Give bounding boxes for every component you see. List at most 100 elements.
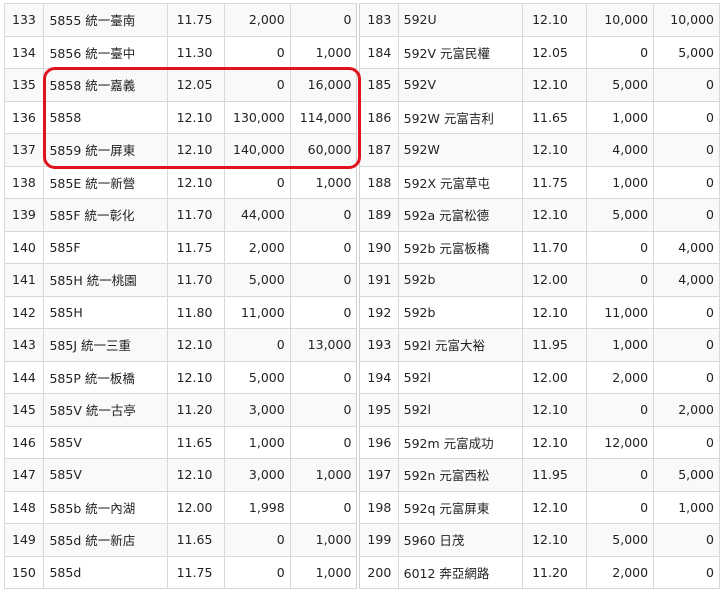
left-row-number: 149 [3,523,45,557]
table-row: 140 585F 11.75 2,000 0 190 592b 元富板橋 11.70 0 4,00… [3,230,720,264]
left-buy-qty: 0 [224,555,291,589]
left-price-cell: 11.80 [166,295,226,329]
right-sell-qty: 0 [653,165,720,199]
left-sell-qty: 0 [289,360,361,394]
left-buy-qty: 1,000 [224,425,291,459]
right-row-number: 200 [357,555,399,589]
left-price-cell: 11.20 [166,393,226,427]
right-buy-qty: 1,000 [586,328,655,362]
left-price-cell: 11.70 [166,198,226,232]
left-sell-qty: 1,000 [289,165,361,199]
left-sell-qty: 60,000 [289,133,361,167]
left-sell-qty: 0 [289,263,361,297]
right-price-cell: 11.65 [522,100,588,134]
left-row-number: 141 [3,263,45,297]
right-broker-name: 592l 元富大裕 [397,328,524,362]
left-buy-qty: 130,000 [224,100,291,134]
left-price-cell: 11.65 [166,425,226,459]
left-broker-name: 585J 統一三重 [43,328,168,362]
right-broker-name: 592l [397,360,524,394]
right-price-cell: 12.10 [522,295,588,329]
right-row-number: 197 [357,458,399,492]
right-buy-qty: 2,000 [586,555,655,589]
right-buy-qty: 0 [586,490,655,524]
right-broker-name: 592U [397,3,524,37]
right-row-number: 199 [357,523,399,557]
right-row-number: 184 [357,35,399,69]
table-row: 149 585d 統一新店 11.65 0 1,000 199 5960 日茂 12.10 5,… [3,523,720,557]
right-buy-qty: 1,000 [586,100,655,134]
left-row-number: 144 [3,360,45,394]
table-row: 138 585E 統一新營 12.10 0 1,000 188 592X 元富草屯 11.75… [3,165,720,199]
left-buy-qty: 0 [224,328,291,362]
right-buy-qty: 4,000 [586,133,655,167]
left-broker-name: 585V 統一古亭 [43,393,168,427]
right-price-cell: 11.20 [522,555,588,589]
left-sell-qty: 1,000 [289,458,361,492]
left-price-cell: 11.30 [166,35,226,69]
left-sell-qty: 13,000 [289,328,361,362]
table-row: 134 5856 統一臺中 11.30 0 1,000 184 592V 元富民權 12.05… [3,35,720,69]
right-broker-name: 592b [397,263,524,297]
table-row: 148 585b 統一內湖 12.00 1,998 0 198 592q 元富屏東 12.10… [3,490,720,524]
right-sell-qty: 0 [653,198,720,232]
left-price-cell: 12.10 [166,100,226,134]
right-price-cell: 12.10 [522,490,588,524]
left-price-cell: 11.75 [166,230,226,264]
right-price-cell: 12.00 [522,360,588,394]
left-price-cell: 11.75 [166,3,226,37]
left-broker-name: 585F [43,230,168,264]
left-broker-name: 5858 [43,100,168,134]
left-row-number: 146 [3,425,45,459]
right-price-cell: 12.10 [522,198,588,232]
left-buy-qty: 2,000 [224,230,291,264]
left-sell-qty: 1,000 [289,35,361,69]
right-buy-qty: 0 [586,230,655,264]
table-row: 137 5859 統一屏東 12.10 140,000 60,000 187 592W 12.… [3,133,720,167]
table-row: 136 5858 12.10 130,000 114,000 186 592W 元富吉利 11… [3,100,720,134]
right-row-number: 192 [357,295,399,329]
left-sell-qty: 0 [289,425,361,459]
left-row-number: 140 [3,230,45,264]
left-row-number: 136 [3,100,45,134]
right-broker-name: 592l [397,393,524,427]
left-sell-qty: 1,000 [289,555,361,589]
left-row-number: 134 [3,35,45,69]
left-price-cell: 12.10 [166,458,226,492]
table-row: 150 585d 11.75 0 1,000 200 6012 奔亞網路 11.20 2,000… [3,555,720,589]
left-buy-qty: 0 [224,68,291,102]
right-buy-qty: 1,000 [586,165,655,199]
right-sell-qty: 0 [653,555,720,589]
table-row: 144 585P 統一板橋 12.10 5,000 0 194 592l 12.00 2,000… [3,360,720,394]
left-sell-qty: 0 [289,198,361,232]
right-price-cell: 11.95 [522,328,588,362]
right-buy-qty: 5,000 [586,523,655,557]
left-broker-name: 585b 統一內湖 [43,490,168,524]
right-price-cell: 12.10 [522,523,588,557]
left-sell-qty: 0 [289,295,361,329]
right-sell-qty: 0 [653,360,720,394]
right-sell-qty: 4,000 [653,263,720,297]
right-sell-qty: 4,000 [653,230,720,264]
right-row-number: 187 [357,133,399,167]
left-price-cell: 11.70 [166,263,226,297]
left-price-cell: 12.10 [166,360,226,394]
left-sell-qty: 0 [289,393,361,427]
right-sell-qty: 5,000 [653,458,720,492]
right-price-cell: 12.00 [522,263,588,297]
right-broker-name: 592W [397,133,524,167]
left-broker-name: 585V [43,425,168,459]
left-sell-qty: 16,000 [289,68,361,102]
right-buy-qty: 0 [586,263,655,297]
left-buy-qty: 0 [224,523,291,557]
right-price-cell: 12.10 [522,3,588,37]
left-row-number: 148 [3,490,45,524]
right-price-cell: 12.05 [522,35,588,69]
right-row-number: 189 [357,198,399,232]
right-broker-name: 592n 元富西松 [397,458,524,492]
right-row-number: 198 [357,490,399,524]
left-row-number: 142 [3,295,45,329]
right-row-number: 195 [357,393,399,427]
left-broker-name: 585E 統一新營 [43,165,168,199]
right-row-number: 190 [357,230,399,264]
